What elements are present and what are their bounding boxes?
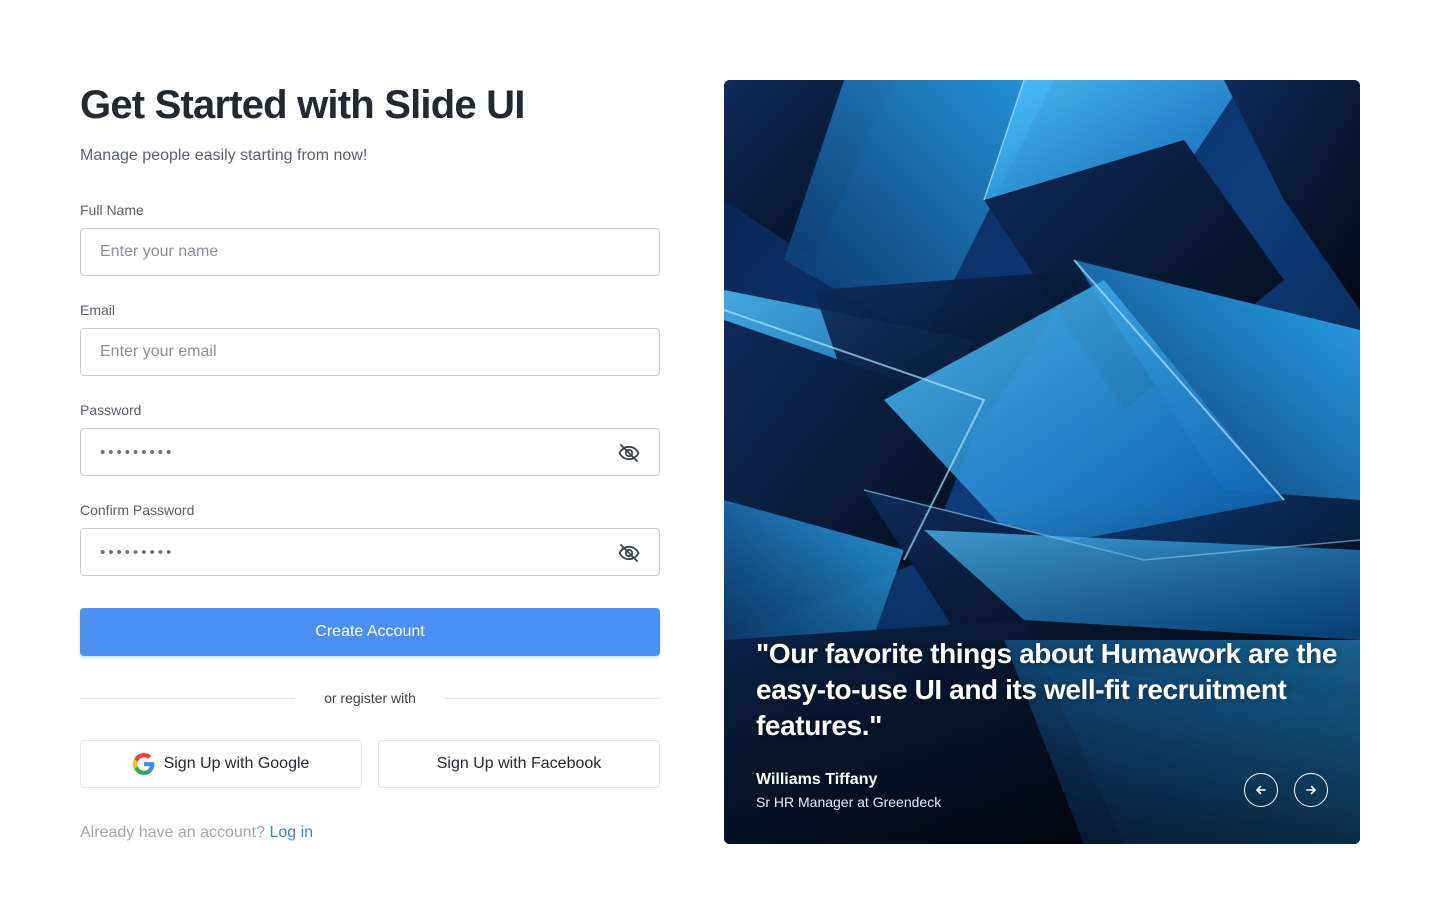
testimonial-hero-panel: "Our favorite things about Humawork are … bbox=[724, 80, 1360, 844]
create-account-button[interactable]: Create Account bbox=[80, 608, 660, 656]
previous-testimonial-button[interactable] bbox=[1244, 773, 1278, 807]
full-name-group: Full Name bbox=[80, 200, 660, 276]
google-signup-label: Sign Up with Google bbox=[163, 755, 310, 772]
confirm-password-label: Confirm Password bbox=[80, 502, 195, 518]
register-divider: or register with bbox=[80, 688, 660, 708]
confirm-password-input[interactable] bbox=[81, 529, 659, 575]
password-group: Password bbox=[80, 400, 660, 476]
full-name-field-box bbox=[80, 228, 660, 276]
eye-off-icon[interactable] bbox=[617, 441, 641, 465]
confirm-password-field-box bbox=[80, 528, 660, 576]
email-label: Email bbox=[80, 302, 116, 318]
testimonial-author: Williams Tiffany bbox=[756, 771, 878, 788]
password-label: Password bbox=[80, 402, 142, 418]
full-name-input[interactable] bbox=[81, 229, 659, 275]
login-link[interactable]: Log in bbox=[269, 824, 313, 841]
testimonial-author-role: Sr HR Manager at Greendeck bbox=[756, 794, 942, 810]
page-title: Get Started with Slide UI bbox=[80, 83, 525, 127]
email-field-box bbox=[80, 328, 660, 376]
email-group: Email bbox=[80, 300, 660, 376]
password-field-box bbox=[80, 428, 660, 476]
login-prompt-text: Already have an account? bbox=[80, 824, 266, 841]
next-testimonial-button[interactable] bbox=[1294, 773, 1328, 807]
login-prompt-row: Already have an account? Log in bbox=[80, 822, 313, 844]
divider-line-right bbox=[445, 698, 660, 699]
facebook-signup-button[interactable]: Sign Up with Facebook bbox=[378, 740, 660, 788]
facebook-signup-label: Sign Up with Facebook bbox=[436, 755, 602, 772]
password-input[interactable] bbox=[81, 429, 659, 475]
arrow-left-icon bbox=[1256, 785, 1266, 795]
confirm-password-group: Confirm Password bbox=[80, 500, 660, 576]
full-name-label: Full Name bbox=[80, 202, 144, 218]
google-icon bbox=[132, 753, 154, 775]
page-subtitle: Manage people easily starting from now! bbox=[80, 147, 368, 164]
signup-form-panel: Get Started with Slide UI Manage people … bbox=[80, 80, 660, 841]
google-signup-button[interactable]: Sign Up with Google bbox=[80, 740, 362, 788]
eye-off-icon[interactable] bbox=[617, 541, 641, 565]
arrow-right-icon bbox=[1306, 785, 1316, 795]
email-input[interactable] bbox=[81, 329, 659, 375]
testimonial-quote: "Our favorite things about Humawork are … bbox=[756, 638, 1338, 741]
